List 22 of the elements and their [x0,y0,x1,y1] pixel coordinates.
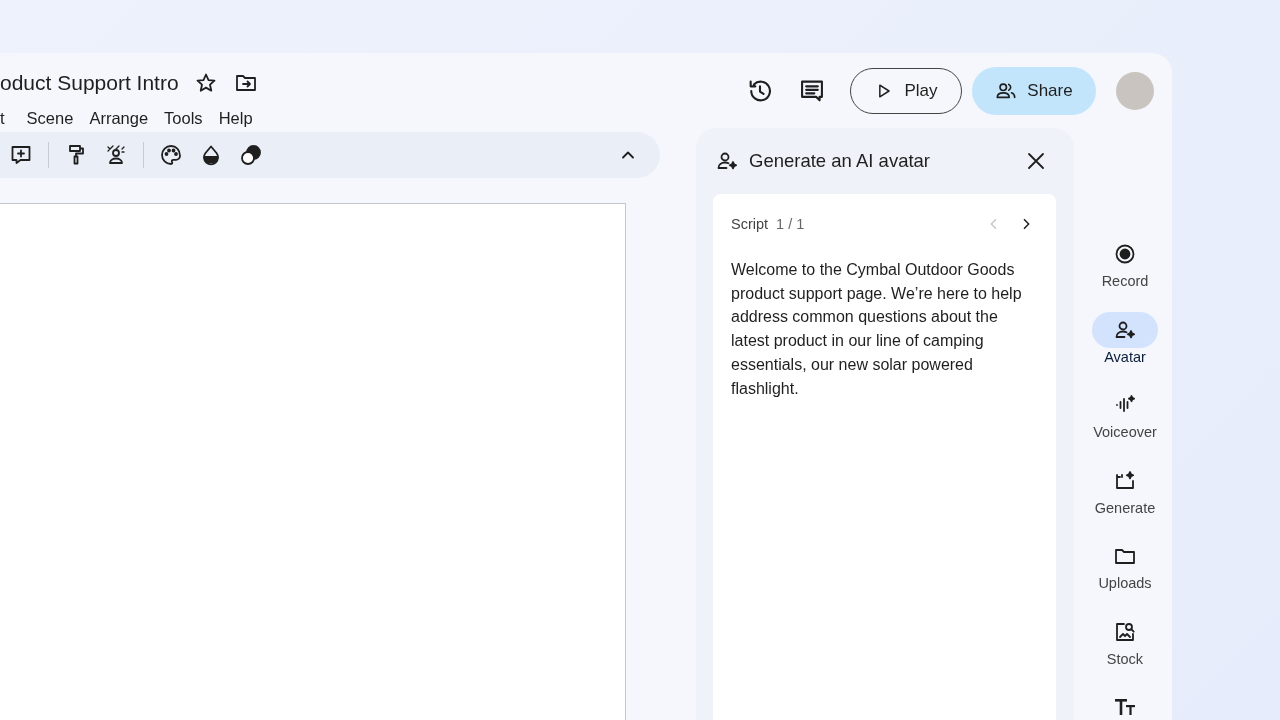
menu-item[interactable]: Arrange [81,109,157,128]
script-label: Script [731,216,769,232]
panel-title: Generate an AI avatar [749,150,931,172]
rail-button[interactable] [1092,311,1158,348]
menu-item[interactable]: Tools [156,109,211,128]
script-text: Welcome to the Cymbal Outdoor Goods product support page. We’re here to help address common questions about the latest product in our line of camping essentials, our new solar powered flashlight. [731,260,1023,399]
add-comment-icon [9,143,33,167]
rail-label[interactable]: Uploads [1098,575,1152,591]
rail-label[interactable]: Avatar [1104,348,1146,365]
rail-label[interactable]: Generate [1094,499,1156,516]
share-button[interactable]: Share [972,67,1096,115]
menu-item[interactable]: t [0,109,19,128]
record-icon [1113,242,1137,266]
rail-label[interactable]: Record [1101,273,1149,289]
rail-label[interactable]: Voiceover [1093,424,1157,440]
blend-icon [239,143,263,167]
palette-icon [159,143,183,167]
menu-item[interactable]: Scene [18,109,82,128]
document-title[interactable]: oduct Support Intro [0,71,179,95]
script-counter: 1 / 1 [776,216,805,232]
rail-label[interactable]: Stock [1106,650,1144,667]
menu-item[interactable]: Help [210,109,261,128]
